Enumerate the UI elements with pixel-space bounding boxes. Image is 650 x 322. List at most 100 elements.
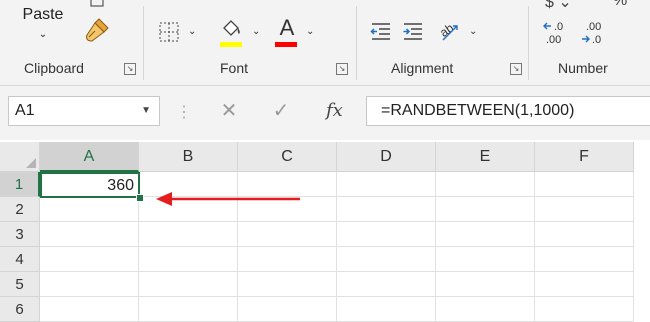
insert-function-icon[interactable]: fx: [326, 96, 343, 126]
chevron-down-icon[interactable]: ⌄: [306, 26, 314, 37]
cell[interactable]: [238, 272, 337, 297]
svg-text:.0: .0: [554, 21, 563, 33]
font-color-bar: [275, 42, 297, 47]
decrease-decimal-icon: .00 .0: [582, 21, 601, 46]
fill-color-icon: [223, 20, 240, 36]
increase-decimal-icon: .0 .00: [543, 21, 563, 46]
select-all-triangle-icon: [26, 158, 36, 168]
percent-icon[interactable]: %: [613, 0, 627, 10]
cell[interactable]: [40, 247, 139, 272]
number-group-label: Number: [558, 60, 608, 76]
paste-label: Paste: [22, 6, 64, 23]
font-group-label: Font: [220, 60, 249, 76]
cell[interactable]: [436, 222, 535, 247]
cell[interactable]: [436, 197, 535, 222]
row-header-2[interactable]: 2: [0, 197, 40, 222]
cell[interactable]: [238, 247, 337, 272]
format-painter-icon: [86, 18, 109, 42]
alignment-group-label: Alignment: [391, 60, 454, 76]
cell[interactable]: [337, 297, 436, 322]
worksheet-grid: A B C D E F 1 2 3 4 5 6 360: [0, 142, 650, 322]
cell[interactable]: [40, 297, 139, 322]
chevron-down-icon[interactable]: ▼: [141, 97, 151, 125]
row-header-4[interactable]: 4: [0, 247, 40, 272]
excel-window: Paste ⌄ Clipboard ↘ ⌄ ⌄ A ⌄ Font ↘ ab ⌄ …: [0, 0, 650, 322]
ribbon: Paste ⌄ Clipboard ↘ ⌄ ⌄ A ⌄ Font ↘ ab ⌄ …: [0, 0, 650, 86]
row-header-6[interactable]: 6: [0, 297, 40, 322]
cell[interactable]: [535, 222, 634, 247]
decrease-indent-icon: [370, 23, 390, 40]
cell[interactable]: [436, 272, 535, 297]
cell[interactable]: [337, 247, 436, 272]
cell[interactable]: [139, 272, 238, 297]
cell[interactable]: [139, 247, 238, 272]
orientation-icon: ab: [437, 20, 458, 41]
row-header-5[interactable]: 5: [0, 272, 40, 297]
chevron-down-icon[interactable]: ⌄: [188, 26, 196, 37]
column-header-f[interactable]: F: [535, 142, 634, 172]
cell[interactable]: [535, 272, 634, 297]
cell[interactable]: [40, 222, 139, 247]
font-dialog-launcher[interactable]: ↘: [336, 63, 348, 75]
cell[interactable]: [337, 197, 436, 222]
chevron-down-icon[interactable]: ⌄: [469, 26, 477, 37]
svg-text:.0: .0: [592, 34, 601, 46]
cell[interactable]: [238, 297, 337, 322]
column-header-c[interactable]: C: [238, 142, 337, 172]
cell[interactable]: [337, 172, 436, 197]
format-painter-button[interactable]: [80, 14, 114, 46]
clipboard-group-label: Clipboard: [24, 60, 84, 76]
paste-button[interactable]: Paste ⌄: [18, 0, 68, 45]
cell[interactable]: [535, 247, 634, 272]
row-header-3[interactable]: 3: [0, 222, 40, 247]
cell[interactable]: [535, 172, 634, 197]
chevron-down-icon[interactable]: ⌄: [252, 26, 260, 37]
cell[interactable]: [436, 297, 535, 322]
select-all-button[interactable]: [0, 142, 40, 172]
svg-text:.00: .00: [546, 34, 561, 46]
cell[interactable]: [535, 297, 634, 322]
enter-icon[interactable]: ✓: [266, 96, 296, 126]
borders-button[interactable]: [154, 18, 184, 46]
decrease-decimal-button[interactable]: .00 .0: [579, 18, 611, 48]
accounting-format-icon[interactable]: $ ⌄: [545, 0, 572, 12]
clipboard-group: Paste ⌄ Clipboard ↘: [0, 0, 140, 85]
cell[interactable]: [40, 272, 139, 297]
orientation-button[interactable]: ab: [435, 16, 465, 46]
cell-a1[interactable]: 360: [40, 172, 140, 198]
formula-bar: A1 ▼ ⋮ ✕ ✓ fx =RANDBETWEEN(1,1000): [0, 86, 650, 140]
copy-icon[interactable]: [88, 0, 106, 8]
column-header-a[interactable]: A: [40, 142, 139, 172]
name-box[interactable]: A1 ▼: [8, 96, 160, 126]
alignment-dialog-launcher[interactable]: ↘: [510, 63, 522, 75]
cell[interactable]: [436, 247, 535, 272]
formula-bar-grip-icon[interactable]: ⋮: [176, 102, 192, 122]
clipboard-dialog-launcher[interactable]: ↘: [124, 63, 136, 75]
increase-indent-button[interactable]: [399, 18, 427, 46]
chevron-down-icon: ⌄: [38, 29, 48, 40]
font-color-button[interactable]: A: [274, 14, 300, 42]
fill-handle[interactable]: [136, 194, 144, 202]
decrease-indent-button[interactable]: [367, 18, 395, 46]
cancel-icon[interactable]: ✕: [214, 96, 244, 126]
formula-input[interactable]: =RANDBETWEEN(1,1000): [366, 96, 650, 126]
svg-text:.00: .00: [586, 21, 601, 33]
cell[interactable]: [436, 172, 535, 197]
row-header-1[interactable]: 1: [0, 172, 40, 197]
font-color-icon: A: [279, 15, 295, 40]
annotation-arrow: [156, 192, 300, 206]
cell[interactable]: [337, 222, 436, 247]
cell[interactable]: [535, 197, 634, 222]
cell[interactable]: [139, 222, 238, 247]
cell[interactable]: [238, 222, 337, 247]
borders-icon: [159, 22, 179, 42]
column-header-b[interactable]: B: [139, 142, 238, 172]
name-box-value: A1: [15, 102, 35, 119]
increase-decimal-button[interactable]: .0 .00: [541, 18, 573, 48]
column-header-d[interactable]: D: [337, 142, 436, 172]
cell[interactable]: [337, 272, 436, 297]
cell[interactable]: [40, 197, 139, 222]
cell[interactable]: [139, 297, 238, 322]
column-header-e[interactable]: E: [436, 142, 535, 172]
alignment-group: ab ⌄ Alignment ↘: [357, 0, 527, 85]
